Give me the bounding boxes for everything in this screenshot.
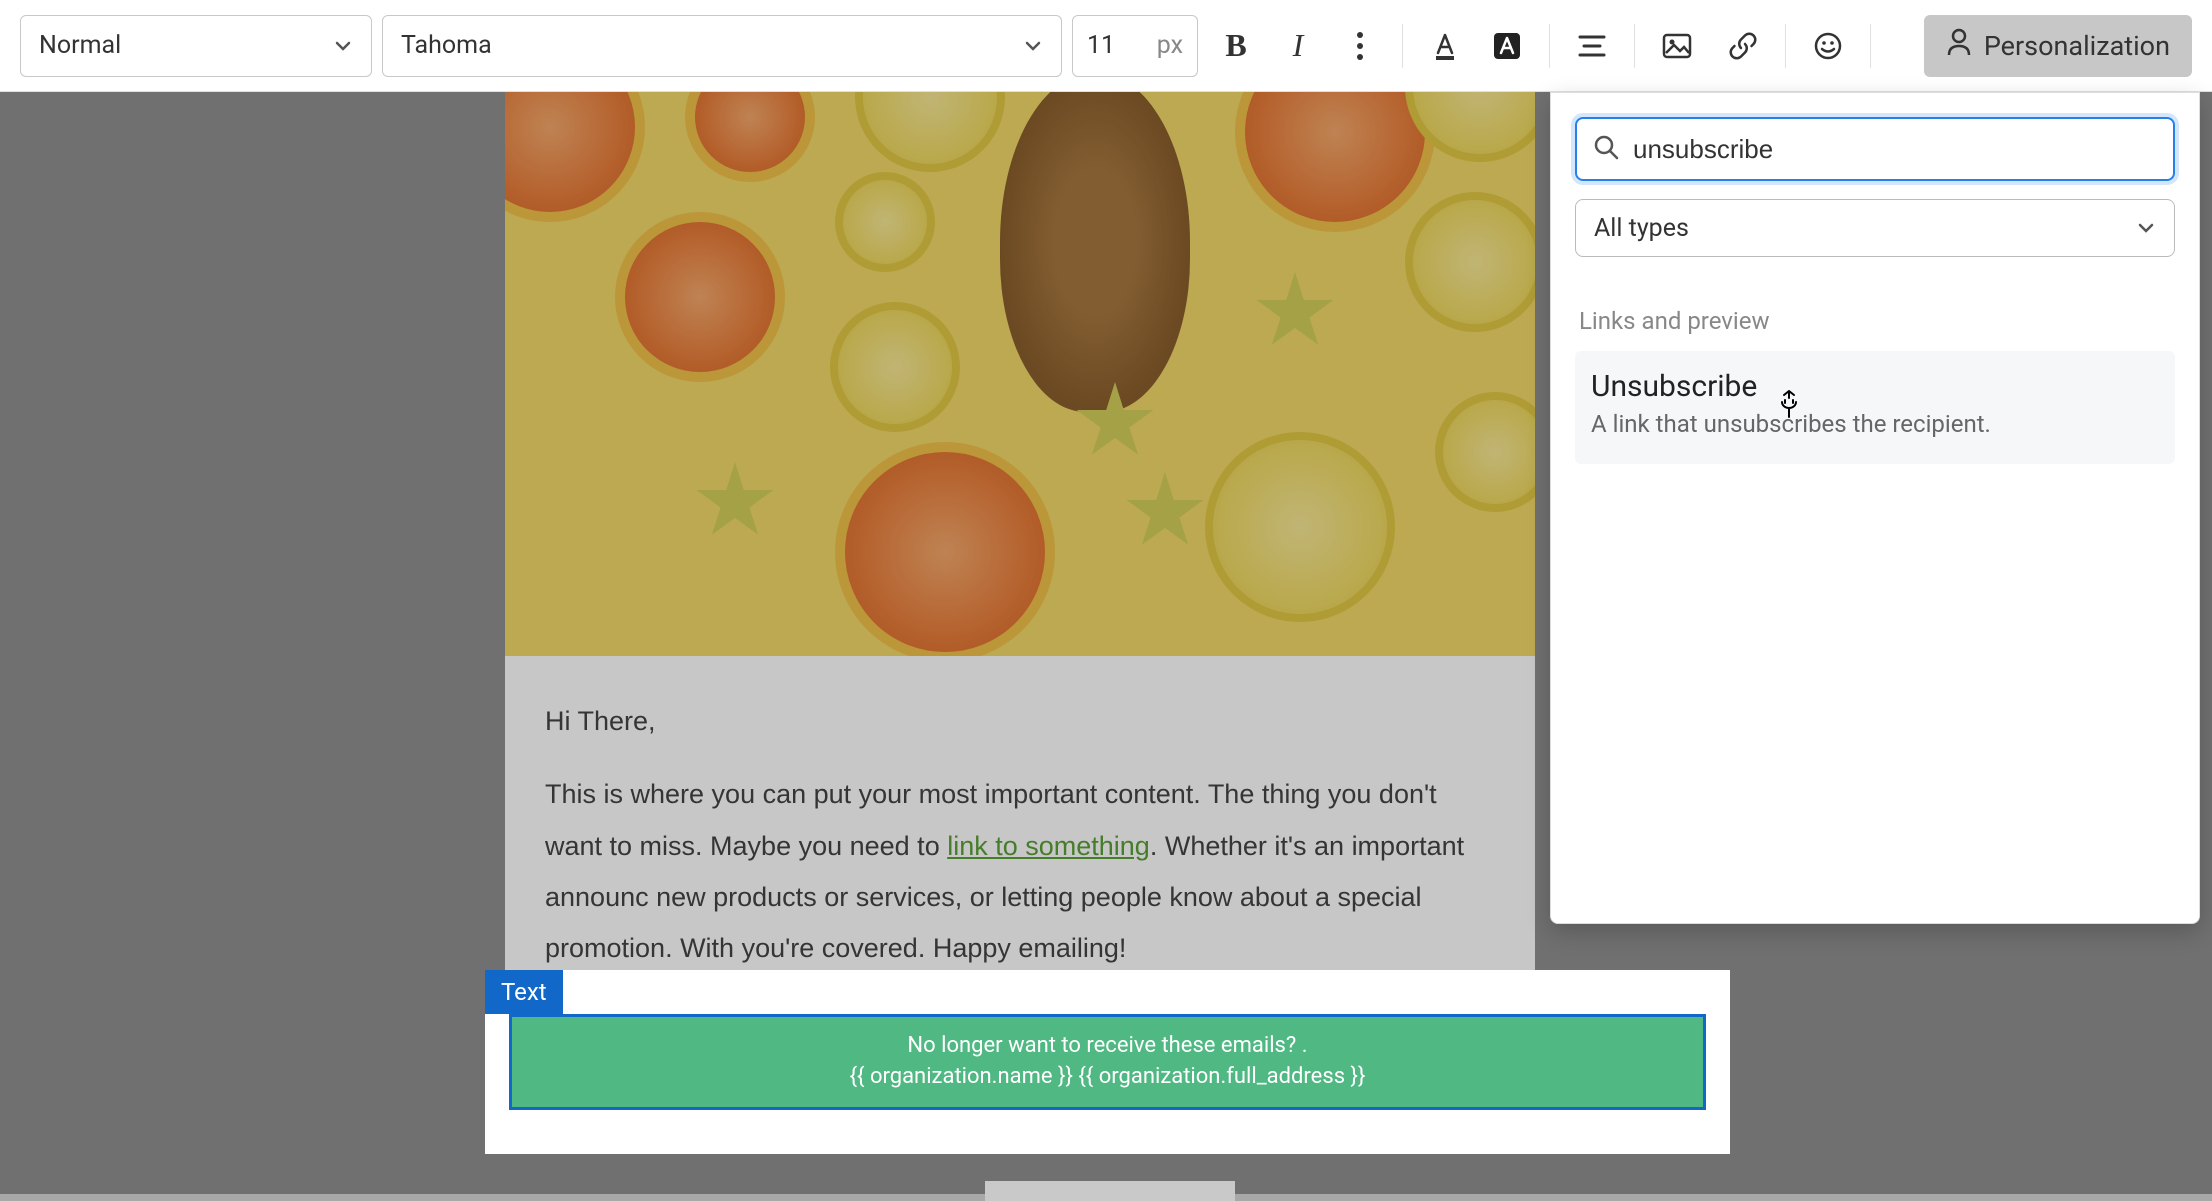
font-size-unit: px: [1157, 31, 1183, 60]
search-icon: [1593, 134, 1619, 164]
font-family-dropdown[interactable]: Tahoma: [382, 15, 1062, 77]
font-size-value: 11: [1087, 31, 1115, 60]
toolbar-divider: [1549, 24, 1550, 68]
toolbar-divider: [1634, 24, 1635, 68]
result-unsubscribe[interactable]: Unsubscribe A link that unsubscribes the…: [1575, 351, 2175, 464]
emoji-button[interactable]: [1800, 18, 1856, 74]
background-color-button[interactable]: [1479, 18, 1535, 74]
chevron-down-icon: [333, 36, 353, 56]
person-icon: [1946, 28, 1972, 63]
personalization-label: Personalization: [1984, 30, 2170, 62]
insert-image-button[interactable]: [1649, 18, 1705, 74]
font-size-input[interactable]: 11 px: [1072, 15, 1198, 77]
result-title: Unsubscribe: [1591, 369, 2159, 404]
font-family-value: Tahoma: [401, 31, 492, 60]
footer-line2: {{ organization.name }} {{ organization.…: [532, 1062, 1683, 1093]
italic-button[interactable]: I: [1270, 18, 1326, 74]
footer-line1: No longer want to receive these emails? …: [532, 1031, 1683, 1062]
toolbar-divider: [1870, 24, 1871, 68]
color-group: [1417, 18, 1535, 74]
personalization-panel: All types Links and preview Unsubscribe …: [1550, 92, 2200, 924]
editor-toolbar: Normal Tahoma 11 px B I: [0, 0, 2212, 92]
paragraph-style-dropdown[interactable]: Normal: [20, 15, 372, 77]
more-formatting-button[interactable]: [1332, 18, 1388, 74]
block-handle[interactable]: [985, 1181, 1235, 1201]
toolbar-divider: [1402, 24, 1403, 68]
selected-text-block[interactable]: Text No longer want to receive these ema…: [485, 970, 1730, 1154]
chevron-down-icon: [1023, 36, 1043, 56]
type-filter-value: All types: [1594, 214, 1689, 243]
insert-link-button[interactable]: [1715, 18, 1771, 74]
type-filter-dropdown[interactable]: All types: [1575, 199, 2175, 257]
paragraph-style-value: Normal: [39, 31, 121, 60]
alignment-button[interactable]: [1564, 18, 1620, 74]
toolbar-divider: [1785, 24, 1786, 68]
block-type-label: Text: [485, 970, 563, 1014]
result-description: A link that unsubscribes the recipient.: [1591, 410, 2159, 438]
personalization-search[interactable]: [1575, 117, 2175, 181]
bold-button[interactable]: B: [1208, 18, 1264, 74]
text-format-group: B I: [1208, 18, 1388, 74]
results-section-label: Links and preview: [1575, 307, 2175, 335]
footer-text-box[interactable]: No longer want to receive these emails? …: [509, 1014, 1706, 1110]
chevron-down-icon: [2136, 218, 2156, 238]
search-input[interactable]: [1633, 134, 2157, 165]
personalization-button[interactable]: Personalization: [1924, 15, 2192, 77]
cursor-icon: [1775, 388, 1803, 427]
text-color-button[interactable]: [1417, 18, 1473, 74]
